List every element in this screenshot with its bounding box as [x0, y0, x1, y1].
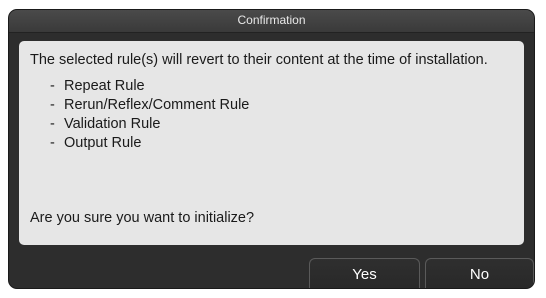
list-item: - Output Rule: [50, 135, 142, 151]
list-item: - Repeat Rule: [50, 78, 145, 94]
list-item: - Rerun/Reflex/Comment Rule: [50, 97, 250, 113]
dialog-message: The selected rule(s) will revert to thei…: [30, 52, 488, 68]
dialog-content: The selected rule(s) will revert to thei…: [19, 41, 524, 245]
confirmation-dialog: Confirmation The selected rule(s) will r…: [8, 9, 535, 289]
dialog-title: Confirmation: [9, 10, 534, 33]
rule-list: - Repeat Rule - Rerun/Reflex/Comment Rule …: [30, 77, 512, 153]
confirm-question: Are you sure you want to initialize?: [30, 210, 255, 226]
yes-button[interactable]: Yes: [309, 258, 420, 288]
list-item: - Validation Rule: [50, 116, 161, 132]
button-bar: Yes No: [9, 256, 534, 288]
no-button[interactable]: No: [425, 258, 534, 288]
